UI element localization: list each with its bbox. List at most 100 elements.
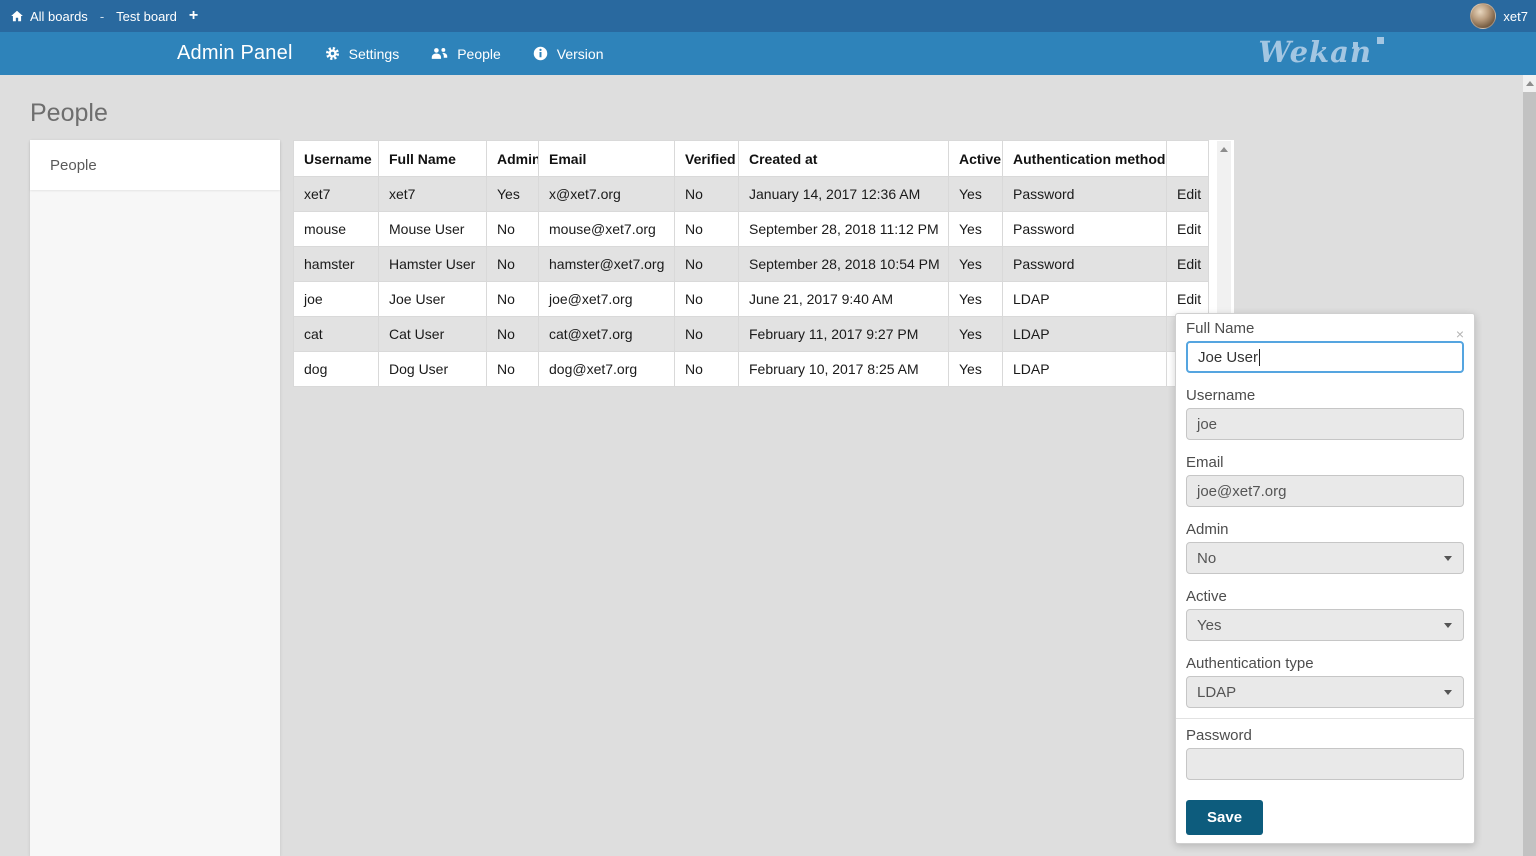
table-cell: September 28, 2018 11:12 PM xyxy=(739,212,949,247)
active-selected-value: Yes xyxy=(1197,617,1221,634)
table-cell: Password xyxy=(1003,247,1167,282)
auth-type-label: Authentication type xyxy=(1186,655,1464,672)
admin-select[interactable]: No xyxy=(1186,542,1464,574)
auth-type-selected-value: LDAP xyxy=(1197,684,1236,701)
tab-people-label: People xyxy=(457,46,501,62)
table-cell: Mouse User xyxy=(379,212,487,247)
table-cell: No xyxy=(675,317,739,352)
table-cell: mouse@xet7.org xyxy=(539,212,675,247)
edit-link[interactable]: Edit xyxy=(1177,291,1201,307)
user-name: xet7 xyxy=(1503,9,1528,24)
table-cell: hamster xyxy=(294,247,379,282)
table-cell: Yes xyxy=(949,212,1003,247)
password-input[interactable] xyxy=(1186,748,1464,780)
column-header xyxy=(1167,141,1209,177)
table-row: joeJoe UserNojoe@xet7.orgNoJune 21, 2017… xyxy=(294,282,1209,317)
table-cell: cat xyxy=(294,317,379,352)
avatar[interactable] xyxy=(1470,3,1496,29)
text-caret xyxy=(1259,349,1260,366)
table-cell: Hamster User xyxy=(379,247,487,282)
add-board-button[interactable]: + xyxy=(189,8,198,24)
edit-link-cell: Edit xyxy=(1167,282,1209,317)
users-table-body: xet7xet7Yesx@xet7.orgNoJanuary 14, 2017 … xyxy=(294,177,1209,387)
logo-dot-icon xyxy=(1377,37,1384,44)
sidebar-item-label: People xyxy=(50,157,97,174)
table-cell: LDAP xyxy=(1003,317,1167,352)
column-header: Created at xyxy=(739,141,949,177)
active-label: Active xyxy=(1186,588,1464,605)
table-cell: September 28, 2018 10:54 PM xyxy=(739,247,949,282)
scroll-up-arrow-icon[interactable] xyxy=(1220,147,1228,152)
table-cell: joe xyxy=(294,282,379,317)
close-icon[interactable]: × xyxy=(1456,327,1464,341)
table-row: catCat UserNocat@xet7.orgNoFebruary 11, … xyxy=(294,317,1209,352)
column-header: Admin xyxy=(487,141,539,177)
email-value: joe@xet7.org xyxy=(1197,483,1286,500)
edit-link-cell: Edit xyxy=(1167,177,1209,212)
plus-icon: + xyxy=(189,8,198,24)
auth-type-select[interactable]: LDAP xyxy=(1186,676,1464,708)
table-cell: cat@xet7.org xyxy=(539,317,675,352)
table-cell: x@xet7.org xyxy=(539,177,675,212)
table-cell: No xyxy=(675,282,739,317)
table-cell: Yes xyxy=(949,282,1003,317)
column-header: Active xyxy=(949,141,1003,177)
page-scrollbar[interactable] xyxy=(1523,75,1536,856)
table-cell: Cat User xyxy=(379,317,487,352)
active-select[interactable]: Yes xyxy=(1186,609,1464,641)
full-name-value: Joe User xyxy=(1198,349,1258,366)
board-name-link[interactable]: Test board xyxy=(116,9,177,24)
tab-settings-label: Settings xyxy=(349,46,400,62)
scrollbar-thumb[interactable] xyxy=(1523,92,1536,856)
table-cell: January 14, 2017 12:36 AM xyxy=(739,177,949,212)
table-cell: No xyxy=(487,352,539,387)
table-cell: No xyxy=(675,247,739,282)
all-boards-link[interactable]: All boards xyxy=(10,9,88,24)
gear-icon xyxy=(325,46,340,61)
table-cell: xet7 xyxy=(294,177,379,212)
table-cell: hamster@xet7.org xyxy=(539,247,675,282)
admin-menu: Settings People Version xyxy=(325,46,604,62)
top-bar: All boards - Test board + xet7 xyxy=(0,0,1536,32)
chevron-down-icon xyxy=(1444,623,1452,628)
table-cell: Password xyxy=(1003,212,1167,247)
table-cell: No xyxy=(487,212,539,247)
tab-version[interactable]: Version xyxy=(533,46,604,62)
sidebar-item-people[interactable]: People xyxy=(30,140,280,190)
column-header: Verified xyxy=(675,141,739,177)
admin-label: Admin xyxy=(1186,521,1464,538)
users-table: UsernameFull NameAdminEmailVerifiedCreat… xyxy=(293,140,1209,387)
table-cell: No xyxy=(675,352,739,387)
user-menu[interactable]: xet7 xyxy=(1470,0,1528,32)
edit-link[interactable]: Edit xyxy=(1177,221,1201,237)
username-value: joe xyxy=(1197,416,1217,433)
edit-link[interactable]: Edit xyxy=(1177,186,1201,202)
table-cell: mouse xyxy=(294,212,379,247)
all-boards-label: All boards xyxy=(30,9,88,24)
edit-link-cell: Edit xyxy=(1167,212,1209,247)
edit-user-panel: × Full Name Joe User Username joe Email … xyxy=(1175,313,1475,844)
people-group-icon xyxy=(431,46,448,61)
table-row: xet7xet7Yesx@xet7.orgNoJanuary 14, 2017 … xyxy=(294,177,1209,212)
scroll-up-arrow-icon xyxy=(1526,81,1534,86)
save-button[interactable]: Save xyxy=(1186,800,1263,835)
panel-divider xyxy=(1176,718,1474,719)
tab-people[interactable]: People xyxy=(431,46,501,62)
wekan-logo: Wekan xyxy=(1258,35,1372,69)
tab-settings[interactable]: Settings xyxy=(325,46,400,62)
edit-link[interactable]: Edit xyxy=(1177,256,1201,272)
admin-header: Admin Panel Settings People xyxy=(0,32,1536,75)
page-title: People xyxy=(30,99,108,128)
home-icon xyxy=(10,9,24,23)
table-cell: Password xyxy=(1003,177,1167,212)
password-label: Password xyxy=(1186,727,1464,744)
full-name-input[interactable]: Joe User xyxy=(1186,341,1464,373)
table-cell: Yes xyxy=(949,352,1003,387)
table-cell: No xyxy=(675,212,739,247)
logo-dot-icon xyxy=(1353,42,1358,47)
chevron-down-icon xyxy=(1444,690,1452,695)
table-cell: No xyxy=(675,177,739,212)
table-cell: LDAP xyxy=(1003,282,1167,317)
board-name-label: Test board xyxy=(116,9,177,24)
scroll-up-button[interactable] xyxy=(1523,75,1536,91)
